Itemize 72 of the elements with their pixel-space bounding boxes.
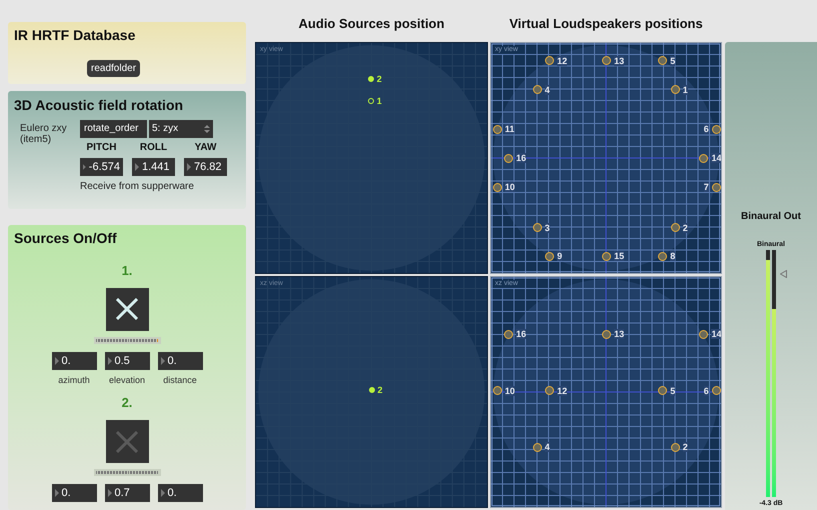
triangle-icon — [108, 356, 112, 365]
speaker-label: 2 — [682, 442, 688, 452]
speaker-label: 6 — [704, 386, 709, 396]
panel-title: IR HRTF Database — [14, 26, 136, 45]
angle-label: ROLL — [140, 142, 168, 154]
source-marker[interactable] — [368, 98, 374, 104]
speaker-label: 10 — [504, 182, 515, 192]
level-bar — [94, 469, 160, 476]
source-number: 2. — [122, 395, 132, 412]
level-bar — [94, 336, 160, 344]
cross-icon — [116, 298, 138, 320]
triangle-icon — [187, 162, 191, 171]
number-field[interactable]: 0. — [158, 352, 202, 370]
speaker-label: 5 — [670, 56, 676, 66]
triangle-icon — [54, 489, 58, 498]
speaker-label: 12 — [557, 386, 568, 396]
source-label: 1 — [376, 96, 382, 106]
triangle-icon — [83, 162, 86, 171]
field-label: elevation — [108, 374, 146, 387]
field-label: distance — [163, 374, 197, 387]
number-field[interactable]: 1.441 — [132, 158, 175, 176]
speaker-label: 4 — [544, 442, 550, 452]
section-title: Audio Sources position — [298, 15, 446, 33]
number-field[interactable]: 0. — [158, 484, 202, 502]
number-field[interactable]: 0. — [52, 484, 96, 502]
source-toggle[interactable] — [106, 420, 148, 464]
field-label: azimuth — [58, 374, 90, 387]
speaker-label: 14 — [711, 153, 721, 163]
speaker-label: 16 — [516, 329, 526, 340]
triangle-icon — [780, 270, 787, 278]
angle-label: PITCH — [86, 142, 116, 154]
message-box[interactable]: rotate_order — [80, 120, 147, 138]
speaker-label: 12 — [557, 56, 568, 66]
speaker-label: 1 — [682, 84, 688, 95]
speaker-label: 15 — [614, 251, 624, 262]
number-field[interactable]: 0.7 — [104, 484, 150, 502]
source-label: 2 — [376, 74, 382, 84]
speaker-label: 8 — [670, 251, 676, 262]
source-number: 1. — [122, 262, 132, 279]
angle-label: YAW — [194, 142, 216, 154]
speaker-label: 6 — [704, 124, 709, 134]
speaker-label: 2 — [682, 222, 688, 233]
speaker-label: 9 — [557, 251, 562, 262]
speaker-label: 14 — [711, 329, 721, 340]
note-text: Receive from supperware — [80, 180, 195, 194]
panel-title: 3D Acoustic field rotation — [14, 96, 184, 115]
triangle-icon — [160, 489, 164, 498]
triangle-icon — [135, 162, 139, 171]
speaker-label: 7 — [704, 182, 709, 192]
cross-icon — [116, 430, 138, 453]
number-field[interactable]: -6.574 — [80, 158, 123, 176]
triangle-icon — [160, 356, 164, 365]
speaker-label: 5 — [670, 386, 676, 396]
triangle-icon — [108, 489, 112, 498]
readfolder-button[interactable]: readfolder — [87, 60, 140, 77]
mode-label: Eulero zxy (item5) — [19, 122, 68, 147]
source-toggle[interactable] — [106, 288, 148, 331]
number-field[interactable]: 0.5 — [104, 352, 150, 370]
number-field[interactable]: 76.82 — [184, 158, 227, 176]
order-dropdown[interactable]: 5: zyx — [149, 120, 213, 138]
section-title: Virtual Loudspeakers positions — [508, 15, 704, 33]
panel-title: Binaural Out — [740, 210, 801, 224]
stepper-icon — [204, 124, 210, 134]
speaker-label: 4 — [544, 84, 550, 95]
source-label: 2 — [378, 384, 383, 395]
speaker-label: 13 — [614, 329, 624, 340]
number-field[interactable]: 0. — [52, 352, 96, 370]
speaker-label: 3 — [544, 222, 550, 233]
speaker-label: 13 — [614, 56, 624, 66]
speaker-label: 16 — [516, 153, 526, 163]
panel-title: Sources On/Off — [14, 228, 118, 248]
triangle-icon — [54, 356, 58, 365]
